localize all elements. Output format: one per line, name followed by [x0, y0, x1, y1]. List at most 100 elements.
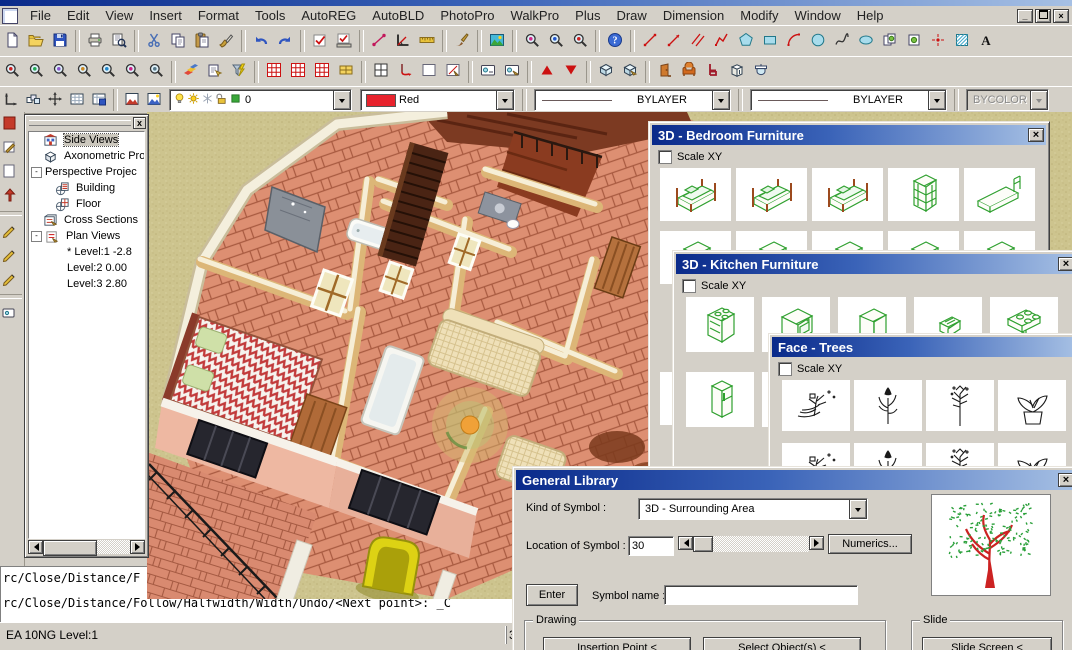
dialog-titlebar[interactable]: Face - Trees [772, 337, 1072, 357]
copy-button[interactable] [166, 29, 190, 53]
render-red-button[interactable] [121, 89, 143, 111]
tree-panel-titlebar[interactable]: x [25, 115, 148, 130]
open-folder-button[interactable] [24, 29, 48, 53]
thumbnail-plant-d[interactable] [998, 380, 1066, 431]
draw-arc-button[interactable] [782, 29, 806, 53]
enter-button[interactable]: Enter [526, 584, 578, 606]
menu-modify[interactable]: Modify [732, 6, 786, 25]
ucs-grid-button[interactable] [66, 89, 88, 111]
draw-parallel-button[interactable] [686, 29, 710, 53]
location-scrollbar[interactable] [678, 536, 824, 552]
thumbnail-bed-double-a[interactable] [660, 168, 731, 221]
draw-hatch-button[interactable] [950, 29, 974, 53]
layer-combo[interactable]: 0 [169, 89, 352, 111]
cut-scissors-button[interactable] [142, 29, 166, 53]
zoom-dynamic-button[interactable] [24, 60, 48, 84]
viewport-flow-button[interactable] [393, 60, 417, 84]
thumbnail-plant-c[interactable] [926, 380, 994, 431]
menu-draw[interactable]: Draw [608, 6, 654, 25]
menu-edit[interactable]: Edit [59, 6, 97, 25]
thumbnail-plant-a[interactable] [782, 380, 850, 431]
ucs-boxes-button[interactable] [22, 89, 44, 111]
slide-screen-button[interactable]: Slide Screen < [922, 637, 1052, 650]
zoom-center-button[interactable] [72, 60, 96, 84]
door-tool-button[interactable] [653, 60, 677, 84]
box-3d-button[interactable] [594, 60, 618, 84]
render-scene-button[interactable] [485, 29, 509, 53]
check-edit-plot-button[interactable] [332, 29, 356, 53]
thumbnail-bed-double-c[interactable] [812, 168, 883, 221]
lineweight-combo[interactable]: BYLAYER [750, 89, 947, 111]
document-icon[interactable] [2, 8, 18, 24]
check-edit-button[interactable] [308, 29, 332, 53]
sink-tool-button[interactable] [749, 60, 773, 84]
scroll-track[interactable] [43, 540, 130, 554]
wall-slab-button[interactable] [334, 60, 358, 84]
slide-view-button[interactable] [476, 60, 500, 84]
chevron-down-icon[interactable] [496, 90, 514, 110]
scale-xy-checkbox[interactable] [658, 150, 672, 164]
scroll-thumb[interactable] [693, 536, 713, 552]
draw-polygon-button[interactable] [734, 29, 758, 53]
chevron-down-icon[interactable] [849, 499, 867, 519]
render-blue-button[interactable] [143, 89, 165, 111]
pencil-2-button[interactable] [0, 243, 24, 267]
tree-item-level-3-2-80[interactable]: Level:3 2.80 [29, 276, 144, 292]
sofa-tool-button[interactable] [677, 60, 701, 84]
print-button[interactable] [83, 29, 107, 53]
wall-grid-1-button[interactable] [262, 60, 286, 84]
tree-item-floor[interactable]: Floor [29, 196, 144, 212]
pencil-edit-button[interactable] [0, 136, 24, 160]
chevron-down-icon[interactable] [712, 90, 730, 110]
menu-file[interactable]: File [22, 6, 59, 25]
close-icon[interactable]: × [1058, 473, 1072, 487]
zoom-extents-button[interactable] [120, 60, 144, 84]
redo-button[interactable] [273, 29, 297, 53]
zoom-window-button[interactable] [0, 60, 24, 84]
close-icon[interactable]: x [133, 117, 146, 129]
scale-xy-checkbox[interactable] [682, 279, 696, 293]
insert-block-button[interactable] [878, 29, 902, 53]
menu-tools[interactable]: Tools [247, 6, 293, 25]
tree-horizontal-scrollbar[interactable] [28, 540, 145, 554]
thumbnail-fridge[interactable] [686, 372, 754, 427]
viewport-grid-button[interactable] [369, 60, 393, 84]
scroll-left-icon[interactable] [678, 536, 693, 550]
menu-autoreg[interactable]: AutoREG [293, 6, 364, 25]
scroll-thumb[interactable] [43, 540, 97, 556]
draw-ray-button[interactable] [662, 29, 686, 53]
tree-item-level-2-0-00[interactable]: Level:2 0.00 [29, 260, 144, 276]
tree-item-cross-sections[interactable]: Cross Sections [29, 212, 144, 228]
menu-window[interactable]: Window [787, 6, 849, 25]
draw-point-button[interactable] [926, 29, 950, 53]
zoom-all-button[interactable] [96, 60, 120, 84]
menu-view[interactable]: View [97, 6, 141, 25]
save-floppy-button[interactable] [48, 29, 72, 53]
pencil-3-button[interactable] [0, 267, 24, 291]
zoom-previous-button[interactable] [144, 60, 168, 84]
draw-text-button[interactable]: A [974, 29, 998, 53]
distance-tool-button[interactable] [367, 29, 391, 53]
ucs-move-button[interactable] [44, 89, 66, 111]
ucs-save-button[interactable] [88, 89, 110, 111]
cabinet-tool-button[interactable] [725, 60, 749, 84]
draw-ellipse-button[interactable] [854, 29, 878, 53]
expander-icon[interactable]: - [31, 167, 42, 178]
close-icon[interactable]: × [1028, 128, 1044, 142]
expander-icon[interactable]: - [31, 231, 42, 242]
paste-button[interactable] [190, 29, 214, 53]
scroll-right-icon[interactable] [130, 540, 145, 554]
dialog-titlebar[interactable]: 3D - Bedroom Furniture × [652, 125, 1046, 145]
insertion-point-button[interactable]: Insertion Point < [543, 637, 691, 650]
arrow-up-red-button[interactable] [0, 184, 24, 208]
scroll-track[interactable] [693, 536, 809, 552]
red-box-button[interactable] [0, 112, 24, 136]
menu-walkpro[interactable]: WalkPro [503, 6, 568, 25]
zoom-scale-button[interactable] [48, 60, 72, 84]
pencil-1-button[interactable] [0, 219, 24, 243]
help-button[interactable]: ? [603, 29, 627, 53]
minimize-button[interactable]: _ [1017, 9, 1033, 23]
viewport-blank-button[interactable] [417, 60, 441, 84]
menu-dimension[interactable]: Dimension [655, 6, 732, 25]
tree-item-side-views[interactable]: Side Views [29, 132, 144, 148]
